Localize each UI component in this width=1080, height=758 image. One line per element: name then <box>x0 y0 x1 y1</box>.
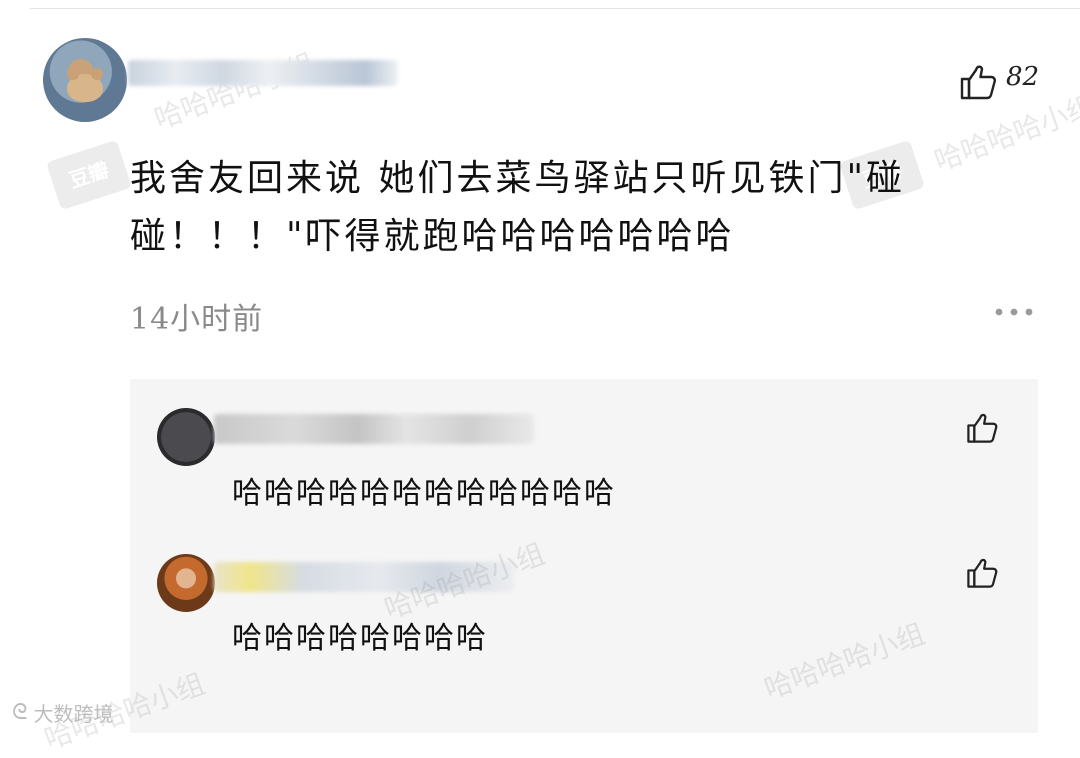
reply-username-blurred[interactable] <box>214 562 514 592</box>
source-logo-icon: ᘓ <box>12 700 28 725</box>
timestamp: 14小时前 <box>130 302 264 337</box>
source-label: 大数跨境 <box>33 702 114 726</box>
source-watermark: ᘓ 大数跨境 <box>12 698 114 727</box>
thumbs-up-icon[interactable] <box>965 411 999 445</box>
watermark-badge: 豆瓣 <box>46 139 132 211</box>
avatar[interactable] <box>43 38 127 122</box>
like-count: 82 <box>1006 62 1040 92</box>
thumbs-up-icon[interactable] <box>958 62 998 102</box>
more-dots-icon[interactable] <box>994 306 1034 318</box>
reply-text: 哈哈哈哈哈哈哈哈 <box>232 621 488 656</box>
watermark-text: 哈哈哈哈小组 <box>149 47 320 136</box>
thumbs-up-icon[interactable] <box>965 556 999 590</box>
reply-avatar[interactable] <box>157 554 215 612</box>
reply-text: 哈哈哈哈哈哈哈哈哈哈哈哈 <box>232 476 616 511</box>
bear-avatar-icon <box>67 68 103 102</box>
reply-username-blurred[interactable] <box>214 414 534 444</box>
top-divider <box>30 8 1080 9</box>
comment-text: 我舍友回来说 她们去菜鸟驿站只听见铁门"碰碰！！！"吓得就跑哈哈哈哈哈哈哈 <box>130 158 906 257</box>
reply-avatar[interactable] <box>157 408 215 466</box>
username-blurred[interactable] <box>128 60 398 86</box>
